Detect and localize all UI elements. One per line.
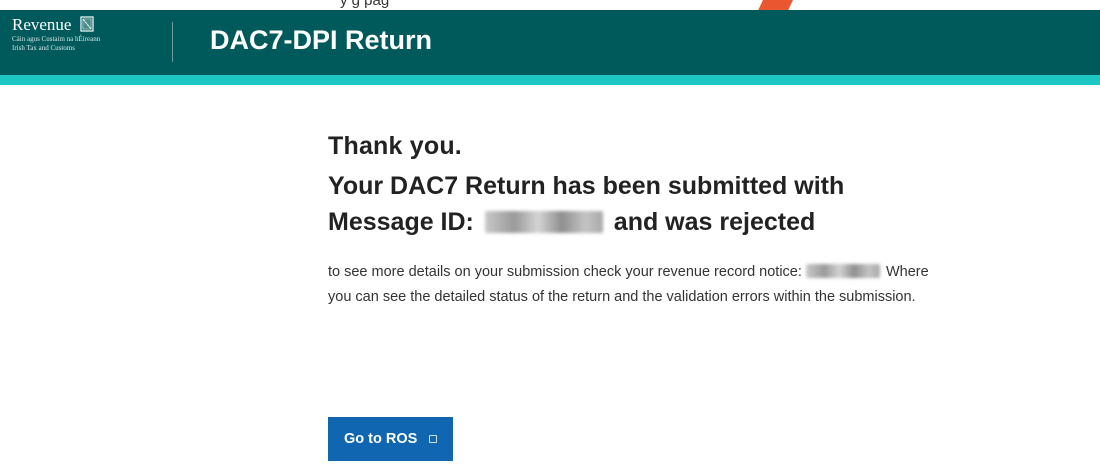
redacted-message-id bbox=[484, 211, 603, 233]
thank-you-heading: Thank you. bbox=[328, 132, 462, 160]
cropped-text: y g pag bbox=[340, 0, 390, 9]
brand-subtitle-ga: Cáin agus Custaim na hÉireann bbox=[12, 35, 101, 43]
go-to-ros-label: Go to ROS bbox=[344, 431, 418, 447]
app-title: DAC7-DPI Return bbox=[210, 25, 433, 55]
go-to-ros-button[interactable]: Go to ROS bbox=[328, 417, 454, 461]
submission-detail-text: to see more details on your submission c… bbox=[328, 260, 938, 310]
revenue-logo[interactable]: Revenue Cáin agus Custaim na hÉireann Ir… bbox=[12, 15, 101, 53]
redacted-notice-number bbox=[805, 264, 880, 278]
brand-subtitle-en: Irish Tax and Customs bbox=[12, 44, 75, 52]
header-accent-stripe bbox=[0, 75, 1100, 85]
confirmation-panel: Thank you. Your DAC7 Return has been sub… bbox=[328, 128, 968, 461]
annotation-arrow-icon bbox=[758, 0, 796, 10]
external-link-icon bbox=[429, 435, 438, 443]
cropped-top-strip: y g pag bbox=[0, 0, 1100, 10]
submission-status-heading: Your DAC7 Return has been submitted with… bbox=[328, 168, 908, 240]
detail-text-start: to see more details on your submission c… bbox=[328, 264, 806, 280]
site-header: Revenue Cáin agus Custaim na hÉireann Ir… bbox=[0, 10, 1100, 75]
brand-name: Revenue bbox=[12, 15, 72, 34]
header-divider bbox=[172, 22, 173, 62]
status-text-end: and was rejected bbox=[606, 208, 816, 236]
harp-icon bbox=[80, 16, 94, 32]
